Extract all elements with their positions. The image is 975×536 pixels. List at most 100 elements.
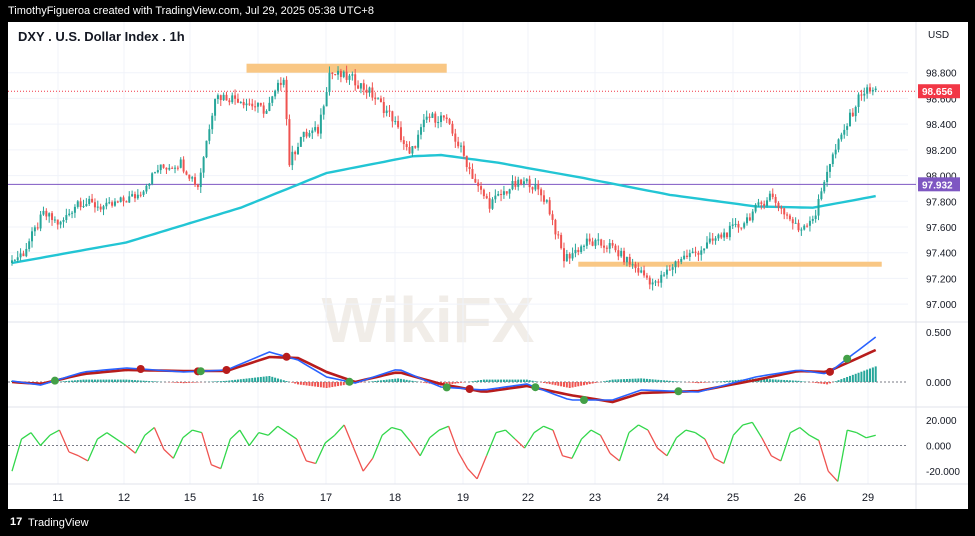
candle-body xyxy=(657,281,660,283)
macd-histogram-bar xyxy=(128,379,131,382)
macd-cross-up-dot xyxy=(345,377,354,386)
osc-segment xyxy=(761,437,772,457)
candle-body xyxy=(831,154,834,165)
macd-histogram-bar xyxy=(274,377,277,382)
macd-histogram-bar xyxy=(119,379,122,382)
osc-segment xyxy=(533,425,544,434)
candle-body xyxy=(125,201,128,203)
osc-segment xyxy=(381,427,393,436)
candle-body xyxy=(711,238,714,241)
macd-histogram-bar xyxy=(182,382,185,384)
price-axis[interactable]: 98.80098.60098.40098.20098.00097.80097.6… xyxy=(918,69,960,478)
macd-histogram-bar xyxy=(282,380,285,382)
moving-average xyxy=(11,153,876,265)
candle-body xyxy=(394,120,397,122)
macd-histogram-bar xyxy=(145,380,148,382)
candle-body xyxy=(382,102,385,114)
candle-body xyxy=(16,257,19,261)
candle-body xyxy=(591,241,594,246)
macd-histogram-bar xyxy=(234,379,237,382)
osc-tick-label: 0.000 xyxy=(926,442,951,453)
candle-body xyxy=(162,164,165,168)
osc-segment xyxy=(258,432,269,436)
candle-body xyxy=(674,261,677,268)
macd-histogram-bar xyxy=(731,380,734,382)
candle-body xyxy=(643,270,646,276)
candle-body xyxy=(291,151,294,166)
macd-histogram-bar xyxy=(291,382,294,383)
osc-segment xyxy=(476,455,488,480)
candle-body xyxy=(365,89,368,93)
x-tick-label: 12 xyxy=(118,492,130,504)
macd-cross-up-dot xyxy=(843,354,852,363)
macd-histogram-bar xyxy=(874,366,877,382)
candle-body xyxy=(534,184,537,190)
macd-histogram-bar xyxy=(102,379,105,382)
chart-svg[interactable]: WikiFX 98.80098.60098.40098.20098.00097.… xyxy=(8,22,968,509)
macd-histogram-bar xyxy=(663,380,666,382)
candle-body xyxy=(577,249,580,253)
candle-body xyxy=(623,250,626,263)
candle-body xyxy=(428,116,431,118)
candle-body xyxy=(222,94,225,101)
time-axis[interactable]: 11 12 15 16 17 18 19 22 23 24 25 26 29 xyxy=(52,492,874,504)
macd-histogram-bar xyxy=(405,379,408,382)
candle-body xyxy=(728,225,731,238)
macd-histogram-bar xyxy=(425,382,428,384)
macd-histogram-bar xyxy=(871,367,874,382)
candle-body xyxy=(525,179,528,182)
macd-histogram-bar xyxy=(176,382,179,383)
chart-title: DXY . U.S. Dollar Index . 1h xyxy=(18,29,185,44)
chart-area[interactable]: WikiFX 98.800 98.600 98.400 98.200 98.000 97.… xyxy=(8,22,968,509)
osc-segment xyxy=(618,432,630,462)
tradingview-logo-icon: 17 xyxy=(10,516,23,528)
osc-segment xyxy=(789,426,801,434)
macd-histogram-bar xyxy=(665,380,668,382)
macd-histogram-bar xyxy=(422,382,425,383)
osc-segment xyxy=(675,429,687,439)
macd-histogram-bar xyxy=(334,382,337,387)
macd-histogram-bar xyxy=(154,381,156,382)
candle-body xyxy=(508,189,511,194)
osc-segment xyxy=(201,432,212,465)
candle-body xyxy=(654,281,657,283)
macd-histogram-bar xyxy=(771,379,774,382)
macd-histogram-bar xyxy=(583,382,585,386)
candle-body xyxy=(377,98,380,100)
macd-histogram-bar xyxy=(814,382,817,383)
candle-body xyxy=(91,198,94,203)
macd-histogram-bar xyxy=(71,380,74,382)
candle-body xyxy=(505,191,508,194)
candle-body xyxy=(677,261,680,263)
candle-body xyxy=(451,123,454,134)
candle-body xyxy=(560,234,563,249)
macd-histogram-bar xyxy=(259,376,262,382)
candle-body xyxy=(214,99,217,116)
macd-histogram-bar xyxy=(82,379,85,382)
osc-segment xyxy=(856,432,867,439)
candle-body xyxy=(786,214,789,216)
candle-body xyxy=(442,115,445,118)
candle-body xyxy=(717,234,720,239)
candle-body xyxy=(262,105,265,114)
macd-histogram-bar xyxy=(377,380,380,382)
macd-slow-line xyxy=(11,348,877,404)
macd-histogram-bar xyxy=(474,380,477,382)
candle-body xyxy=(251,103,254,107)
candle-body xyxy=(219,95,222,101)
macd-histogram-bar xyxy=(73,380,76,382)
osc-segment xyxy=(638,424,649,431)
osc-segment xyxy=(163,448,174,459)
macd-cross-down-dot xyxy=(136,365,145,373)
macd-histogram-bar xyxy=(786,380,789,382)
macd-histogram-bar xyxy=(851,374,854,382)
osc-segment xyxy=(277,425,288,434)
macd-histogram-bar xyxy=(823,382,826,385)
candle-body xyxy=(325,91,328,107)
candle-body xyxy=(202,157,205,173)
macd-histogram-bar xyxy=(568,382,571,388)
candle-body xyxy=(422,119,425,128)
candle-body xyxy=(116,201,119,203)
osc-segment xyxy=(106,432,117,440)
candle-body xyxy=(594,239,597,246)
